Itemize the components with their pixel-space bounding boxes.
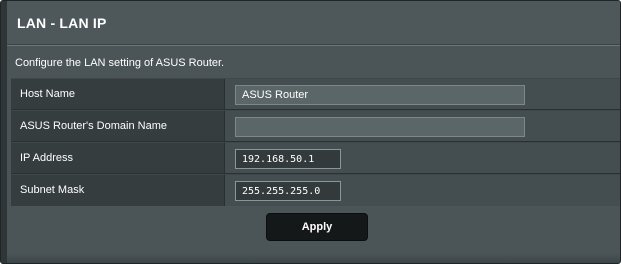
- title-divider: [7, 45, 620, 46]
- host-name-input[interactable]: [235, 85, 525, 105]
- title-bar: LAN - LAN IP: [7, 1, 620, 45]
- lan-ip-panel: LAN - LAN IP Configure the LAN setting o…: [0, 0, 621, 264]
- subnet-mask-label: Subnet Mask: [20, 184, 85, 196]
- domain-name-row: ASUS Router's Domain Name: [11, 110, 620, 141]
- page-title: LAN - LAN IP: [17, 15, 107, 31]
- apply-button[interactable]: Apply: [266, 213, 368, 241]
- subnet-mask-row: Subnet Mask: [11, 174, 620, 206]
- lan-settings-table: Host Name ASUS Router's Domain Name IP A…: [11, 78, 620, 206]
- panel-bottom: [7, 253, 620, 263]
- ip-address-label: IP Address: [20, 152, 73, 164]
- ip-address-input[interactable]: [235, 149, 341, 169]
- subnet-mask-input[interactable]: [235, 181, 341, 201]
- page-description: Configure the LAN setting of ASUS Router…: [15, 57, 225, 69]
- host-name-row: Host Name: [11, 78, 620, 109]
- host-name-label: Host Name: [20, 88, 76, 100]
- domain-name-label: ASUS Router's Domain Name: [20, 120, 167, 132]
- ip-address-row: IP Address: [11, 142, 620, 173]
- domain-name-input[interactable]: [235, 117, 525, 137]
